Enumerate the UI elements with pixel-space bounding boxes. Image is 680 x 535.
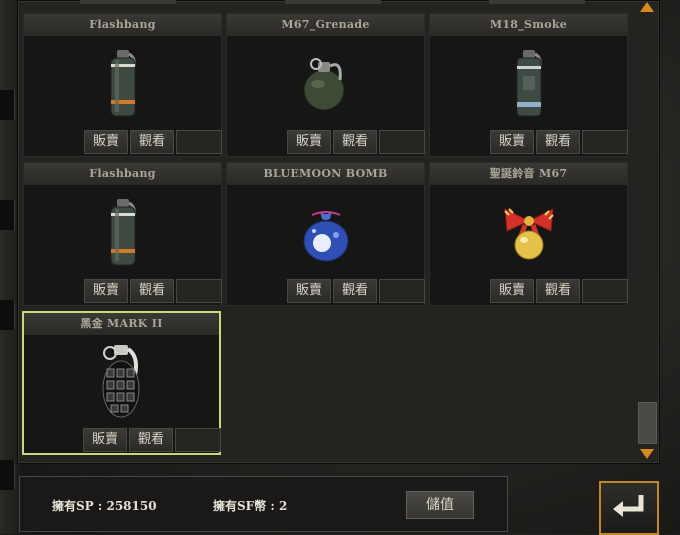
smoke-grenade-icon [430,42,627,126]
view-button[interactable]: 觀看 [536,279,580,303]
previous-row-buttons [285,0,381,4]
sf-coin-balance: 擁有SF幣 : 2 [213,499,288,513]
background-notch [0,90,15,120]
item-card-selected[interactable]: 黑金 MARK II 販賣 觀看 [22,311,221,455]
empty-slot-button [582,279,628,303]
empty-slot-button [582,130,628,154]
view-button[interactable]: 觀看 [130,130,174,154]
background-notch [0,460,15,490]
sell-button[interactable]: 販賣 [490,130,534,154]
scroll-down-arrow-icon[interactable] [640,449,654,459]
empty-slot-button [379,130,425,154]
background-notch [0,200,15,230]
sell-button[interactable]: 販賣 [287,130,331,154]
sell-button[interactable]: 販賣 [83,428,127,452]
recharge-button[interactable]: 儲值 [406,491,474,519]
sell-button[interactable]: 販賣 [287,279,331,303]
view-button[interactable]: 觀看 [333,279,377,303]
item-name: Flashbang [24,163,221,185]
item-name: 聖誕鈴音 M67 [430,163,627,185]
item-card[interactable]: M67_Grenade 販賣 觀看 [226,13,425,157]
flashbang-grenade-icon [24,42,221,126]
currency-status-bar: 擁有SP : 258150 擁有SF幣 : 2 儲值 [19,476,508,532]
item-name: 黑金 MARK II [24,313,219,335]
previous-row-buttons [80,0,176,4]
view-button[interactable]: 觀看 [129,428,173,452]
item-card[interactable]: Flashbang 販賣 觀看 [23,162,222,306]
scroll-up-arrow-icon[interactable] [640,2,654,12]
view-button[interactable]: 觀看 [536,130,580,154]
item-name: M67_Grenade [227,14,424,36]
previous-row-buttons [489,0,585,4]
view-button[interactable]: 觀看 [333,130,377,154]
empty-slot-button [176,279,222,303]
sell-button[interactable]: 販賣 [490,279,534,303]
item-card[interactable]: 聖誕鈴音 M67 販賣 觀看 [429,162,628,306]
view-button[interactable]: 觀看 [130,279,174,303]
empty-slot-button [175,428,221,452]
frag-grenade-icon [227,42,424,126]
item-name: Flashbang [24,14,221,36]
inventory-scrollbar[interactable] [636,0,658,462]
bluemoon-bomb-icon [227,191,424,275]
black-gold-mark2-grenade-icon [24,341,219,425]
sp-balance: 擁有SP : 258150 [52,499,157,513]
scrollbar-thumb[interactable] [638,402,657,444]
empty-slot-button [379,279,425,303]
item-card[interactable]: M18_Smoke 販賣 觀看 [429,13,628,157]
sell-button[interactable]: 販賣 [84,279,128,303]
item-name: BLUEMOON BOMB [227,163,424,185]
return-arrow-icon [613,495,644,517]
sell-button[interactable]: 販賣 [84,130,128,154]
empty-slot-button [176,130,222,154]
return-button[interactable] [599,481,659,535]
background-notch [0,300,15,330]
flashbang-grenade-icon [24,191,221,275]
item-name: M18_Smoke [430,14,627,36]
christmas-bell-grenade-icon [430,191,627,275]
item-card[interactable]: Flashbang 販賣 觀看 [23,13,222,157]
item-card[interactable]: BLUEMOON BOMB 販賣 觀看 [226,162,425,306]
